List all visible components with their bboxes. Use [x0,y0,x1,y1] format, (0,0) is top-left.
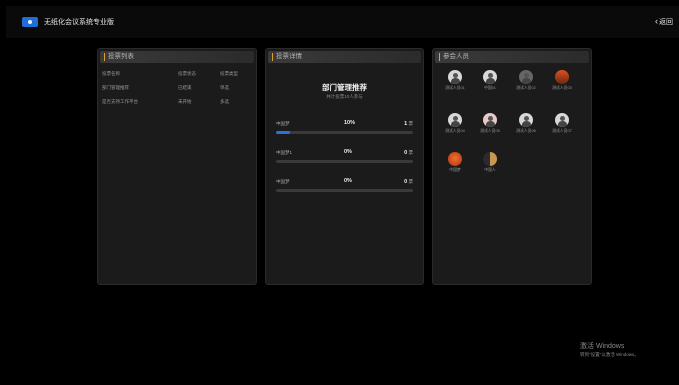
participant-name: 测试人员04 [445,129,465,133]
vote-type: 单选 [220,85,229,90]
vote-detail-subtitle: 共计投票10人参与 [326,94,363,99]
participant[interactable]: 中国梦 [440,152,470,182]
vote-option: 中国梦 0% 0 票 [276,178,413,199]
vote-list-column-headers: 投票名称 投票状态 投票类型 [102,71,252,79]
app-logo-icon [22,17,38,27]
participant[interactable]: 测试人员01 [440,70,470,100]
option-count-value: 1 [404,121,408,127]
avatar [448,152,462,166]
avatar [483,152,497,166]
vote-list-header: 投票列表 [100,51,254,63]
vote-status: 未开始 [178,99,192,104]
windows-activation-watermark: 激活 Windows 转到"设置"以激活 Windows。 [580,341,639,358]
option-percent: 0% [344,149,352,155]
column-header-status: 投票状态 [178,71,196,76]
vote-detail-header: 投票详情 [268,51,421,63]
participant[interactable]: 测试人员06 [511,113,541,143]
participant[interactable]: 测试人员07 [547,113,577,143]
participant-name: 测试人员01 [445,86,465,90]
option-count-value: 0 [404,150,408,156]
option-name: 中国梦 [276,179,290,184]
participant-name: 测试人员07 [552,129,572,133]
participants-panel: 参会人员 测试人员01 中国01 测试人员02 测试人员03 测试人员04 测试… [432,48,592,285]
column-header-name: 投票名称 [102,71,120,76]
back-button-label: 返回 [659,19,673,26]
vote-detail-title: 部门管理推荐 [322,83,367,92]
avatar [483,113,497,127]
back-button[interactable]: ‹返回 [655,16,673,27]
participant-name: 中国人 [484,168,496,172]
option-progress-track [276,189,413,192]
avatar [519,70,533,84]
participant-name: 测试人员05 [480,129,500,133]
participant-name: 中国01 [484,86,496,90]
option-count: 0 票 [404,179,413,185]
option-count-value: 0 [404,179,408,185]
participant[interactable]: 中国人 [475,152,505,182]
avatar [555,113,569,127]
vote-type: 多选 [220,99,229,104]
chevron-left-icon: ‹ [655,16,658,26]
option-progress-fill [276,131,290,134]
participant[interactable]: 测试人员04 [440,113,470,143]
top-bar: 无纸化会议系统专业版 ‹返回 [6,6,679,38]
option-progress-track [276,160,413,163]
participant[interactable]: 测试人员03 [547,70,577,100]
participant[interactable]: 测试人员02 [511,70,541,100]
watermark-line-2: 转到"设置"以激活 Windows。 [580,352,639,357]
vote-name: 是否支持工作平台 [102,99,138,104]
vote-list-panel: 投票列表 投票名称 投票状态 投票类型 部门管理推荐 已结束 单选 是否支持工作… [97,48,257,285]
avatar [519,113,533,127]
vote-list-row[interactable]: 部门管理推荐 已结束 单选 [102,85,252,93]
option-count-unit: 票 [408,150,414,155]
option-count-unit: 票 [408,121,414,126]
option-name: 中国梦 [276,121,290,126]
participants-header: 参会人员 [435,51,589,63]
option-percent: 10% [344,120,356,126]
vote-option: 中国梦1 0% 0 票 [276,149,413,170]
option-count: 0 票 [404,150,413,156]
avatar [448,70,462,84]
avatar [448,113,462,127]
column-header-type: 投票类型 [220,71,238,76]
participant-name: 测试人员03 [552,86,572,90]
vote-status: 已结束 [178,85,192,90]
option-percent: 0% [344,178,352,184]
avatar [483,70,497,84]
option-progress-track [276,131,413,134]
option-count-unit: 票 [408,179,414,184]
vote-option: 中国梦 10% 1 票 [276,120,413,141]
option-count: 1 票 [404,121,413,127]
option-name: 中国梦1 [276,150,293,155]
app-title: 无纸化会议系统专业版 [44,19,114,26]
vote-list-row[interactable]: 是否支持工作平台 未开始 多选 [102,99,252,107]
vote-name: 部门管理推荐 [102,85,129,90]
participant-name: 中国梦 [449,168,461,172]
avatar [555,70,569,84]
participant[interactable]: 测试人员05 [475,113,505,143]
vote-detail-panel: 投票详情 部门管理推荐 共计投票10人参与 中国梦 10% 1 票 中国梦1 0… [265,48,424,285]
watermark-line-1: 激活 Windows [580,343,625,350]
participant-name: 测试人员02 [516,86,536,90]
participant-name: 测试人员06 [516,129,536,133]
participant[interactable]: 中国01 [475,70,505,100]
